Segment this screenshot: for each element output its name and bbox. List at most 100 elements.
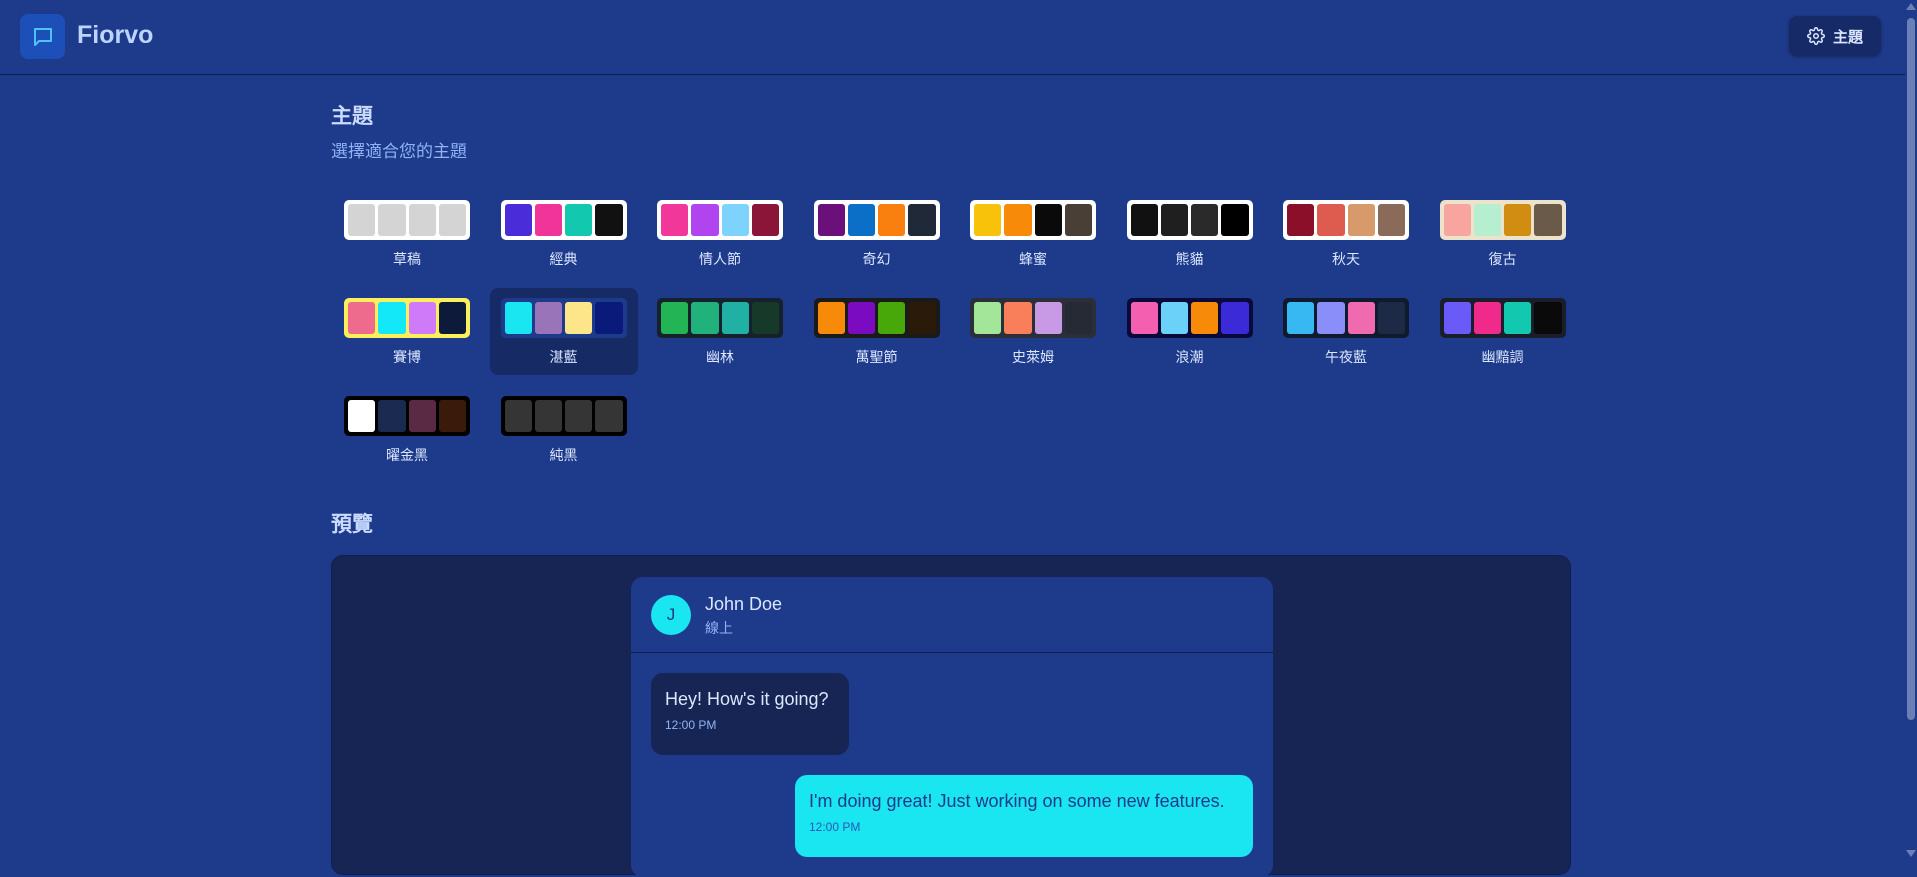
theme-color-swatch <box>1130 204 1158 236</box>
contact-status: 線上 <box>705 620 733 636</box>
theme-label: 幽林 <box>706 349 734 365</box>
page-scrollbar[interactable] <box>1905 0 1917 860</box>
theme-option[interactable]: 賽博 <box>333 288 481 375</box>
scroll-thumb[interactable] <box>1907 18 1915 720</box>
theme-color-swatch <box>908 204 936 236</box>
theme-color-swatch <box>817 302 845 334</box>
theme-label: 史萊姆 <box>1012 349 1054 365</box>
theme-option[interactable]: 經典 <box>490 190 638 277</box>
theme-color-swatch <box>1160 302 1188 334</box>
theme-color-swatch <box>438 204 466 236</box>
theme-color-swatch <box>908 302 936 334</box>
scroll-up-arrow-icon[interactable] <box>1906 3 1916 10</box>
theme-option[interactable]: 熊貓 <box>1116 190 1264 277</box>
theme-color-swatch <box>534 204 562 236</box>
theme-swatch-strip <box>1283 298 1409 338</box>
avatar: J <box>651 595 691 635</box>
theme-label: 純黑 <box>549 447 578 463</box>
theme-swatch-strip <box>344 200 470 240</box>
theme-option[interactable]: 史萊姆 <box>959 288 1107 375</box>
message-time: 12:00 PM <box>665 718 717 732</box>
gear-icon <box>1807 27 1825 45</box>
theme-color-swatch <box>1347 302 1375 334</box>
theme-color-swatch <box>1534 302 1562 334</box>
theme-color-swatch <box>1473 204 1501 236</box>
theme-option[interactable]: 蜂蜜 <box>959 190 1107 277</box>
theme-option[interactable]: 幽黯調 <box>1429 288 1577 375</box>
theme-color-swatch <box>1064 302 1092 334</box>
theme-color-swatch <box>878 204 906 236</box>
app-logo[interactable] <box>20 14 65 59</box>
theme-option[interactable]: 情人節 <box>646 190 794 277</box>
theme-option[interactable]: 純黑 <box>490 386 638 473</box>
theme-color-swatch <box>378 302 406 334</box>
theme-swatch-strip <box>1126 298 1253 338</box>
theme-color-swatch <box>817 204 845 236</box>
theme-color-swatch <box>1034 302 1062 334</box>
theme-option[interactable]: 萬聖節 <box>803 288 951 375</box>
theme-swatch-strip <box>657 200 783 240</box>
theme-color-swatch <box>1504 302 1532 334</box>
message-text: Hey! How's it going? <box>665 689 829 709</box>
theme-label: 秋天 <box>1332 251 1360 267</box>
theme-color-swatch <box>1377 204 1405 236</box>
theme-option[interactable]: 曜金黑 <box>333 386 481 473</box>
themes-section-subtitle: 選擇適合您的主題 <box>331 142 467 161</box>
theme-option[interactable]: 秋天 <box>1272 190 1420 277</box>
theme-swatch-strip <box>344 396 470 436</box>
theme-color-swatch <box>504 204 532 236</box>
chat-window: J John Doe 線上 Hey! How's it going? 12:00… <box>631 577 1273 877</box>
theme-swatch-strip <box>657 298 783 338</box>
theme-label: 午夜藍 <box>1325 349 1367 365</box>
theme-swatch-strip <box>970 200 1096 240</box>
theme-color-swatch <box>1473 302 1501 334</box>
theme-color-swatch <box>1064 204 1092 236</box>
theme-option[interactable]: 奇幻 <box>803 190 951 277</box>
theme-swatch-strip <box>1283 200 1409 240</box>
theme-option[interactable]: 午夜藍 <box>1272 288 1420 375</box>
theme-color-swatch <box>408 302 436 334</box>
theme-color-swatch <box>348 400 376 432</box>
theme-option[interactable]: 草稿 <box>333 190 481 277</box>
theme-option[interactable]: 浪潮 <box>1116 288 1264 375</box>
contact-name: John Doe <box>705 594 783 614</box>
theme-swatch-strip <box>500 396 627 436</box>
theme-swatch-strip <box>1126 200 1253 240</box>
theme-color-swatch <box>721 204 749 236</box>
theme-label: 草稿 <box>393 251 421 267</box>
theme-color-swatch <box>565 400 593 432</box>
theme-color-swatch <box>1317 302 1345 334</box>
theme-color-swatch <box>1443 302 1471 334</box>
theme-color-swatch <box>847 204 875 236</box>
theme-color-swatch <box>1504 204 1532 236</box>
theme-option[interactable]: 湛藍 <box>489 288 638 375</box>
theme-color-swatch <box>1287 204 1315 236</box>
theme-color-swatch <box>974 204 1002 236</box>
theme-label: 熊貓 <box>1175 251 1204 267</box>
theme-color-swatch <box>438 302 466 334</box>
theme-color-swatch <box>378 204 406 236</box>
theme-color-swatch <box>691 204 719 236</box>
theme-color-swatch <box>534 302 562 334</box>
theme-swatch-strip <box>500 200 627 240</box>
themes-section-title: 主題 <box>331 105 373 128</box>
theme-label: 奇幻 <box>862 251 891 267</box>
theme-button[interactable]: 主題 <box>1789 16 1881 56</box>
preview-section-title: 預覽 <box>331 513 373 536</box>
theme-swatch-strip <box>344 298 470 338</box>
theme-color-swatch <box>565 204 593 236</box>
preview-panel: J John Doe 線上 Hey! How's it going? 12:00… <box>331 555 1571 877</box>
app-name[interactable]: Fiorvo <box>77 21 153 50</box>
theme-color-swatch <box>1347 204 1375 236</box>
theme-swatch-strip <box>500 298 627 338</box>
scroll-down-arrow-icon[interactable] <box>1906 850 1916 857</box>
theme-color-swatch <box>348 204 376 236</box>
theme-color-swatch <box>534 400 562 432</box>
theme-swatch-strip <box>1439 200 1566 240</box>
theme-swatch-strip <box>970 298 1096 338</box>
theme-swatch-strip <box>813 298 940 338</box>
theme-color-swatch <box>661 302 689 334</box>
theme-color-swatch <box>1443 204 1471 236</box>
theme-option[interactable]: 幽林 <box>646 288 794 375</box>
theme-option[interactable]: 復古 <box>1429 190 1577 277</box>
